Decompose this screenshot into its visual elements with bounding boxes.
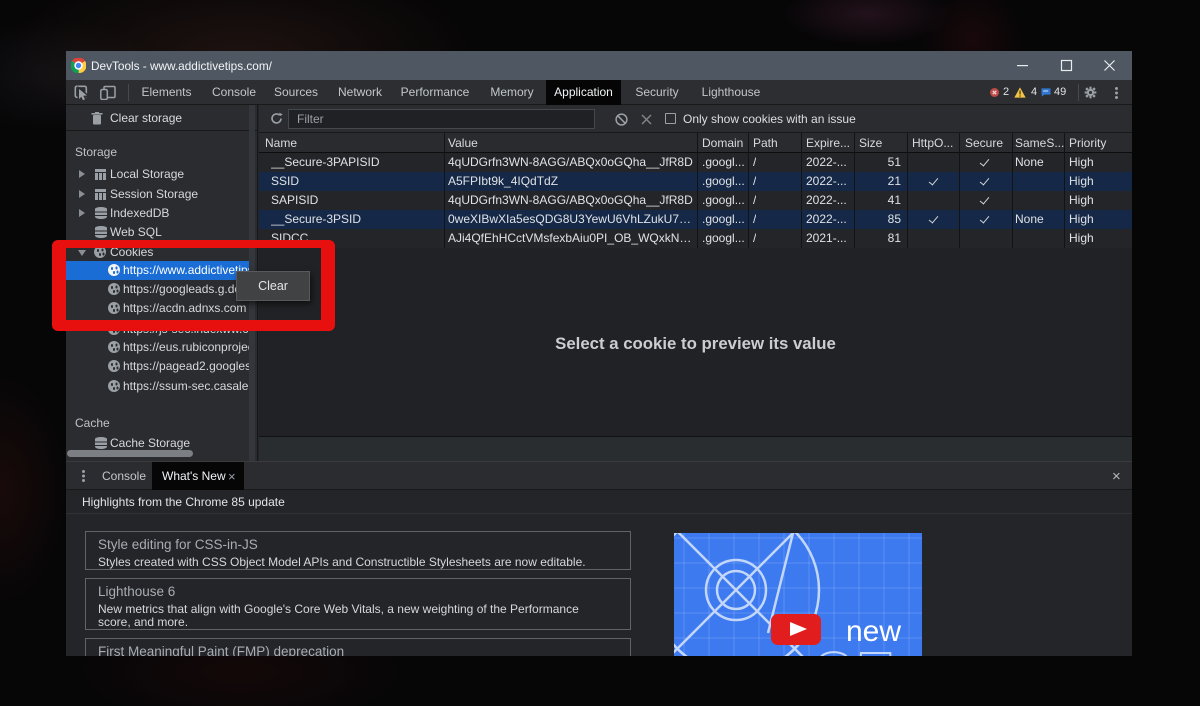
svg-text:new: new (846, 615, 901, 648)
